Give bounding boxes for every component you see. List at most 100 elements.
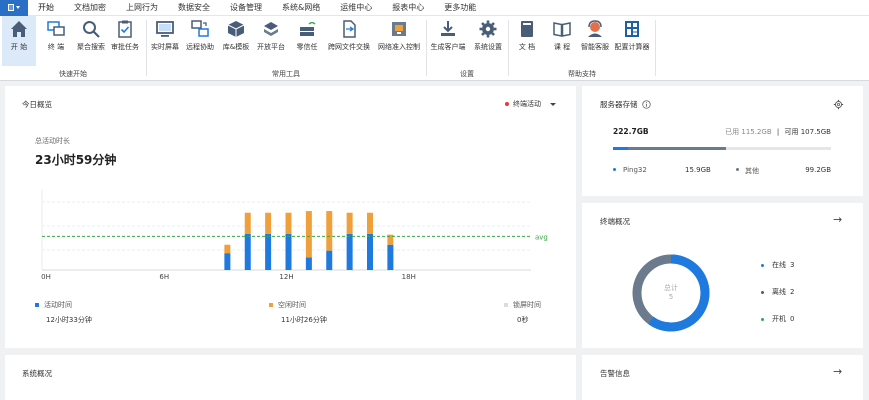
x-tick-label: 12H xyxy=(279,273,293,281)
arrow-right-icon[interactable]: → xyxy=(833,213,842,226)
legend-locked: 锁屏时间 xyxy=(504,300,541,310)
group-separator xyxy=(146,20,147,76)
group-separator xyxy=(655,20,656,76)
tab-doc-encrypt[interactable]: 文档加密 xyxy=(64,0,116,16)
screen-button[interactable]: 实时屏幕 xyxy=(148,16,182,66)
info-icon[interactable] xyxy=(642,100,651,109)
approve-button[interactable]: 审批任务 xyxy=(108,16,142,66)
chart-bar xyxy=(346,233,353,270)
course-button[interactable]: 课 程 xyxy=(545,16,579,66)
search-icon xyxy=(83,21,100,38)
sysset-button[interactable]: 系统设置 xyxy=(470,16,506,66)
transfer-button-label: 跨网文件交换 xyxy=(328,43,370,51)
chart-bar xyxy=(326,211,333,251)
zerotrust-button-label: 零信任 xyxy=(296,43,318,51)
tab-more[interactable]: 更多功能 xyxy=(434,0,486,16)
ribbon-toolbar: 开 始 终 端 聚合搜索 审批任务 实时屏幕 远程协助 库&模板 开放平台 零信… xyxy=(0,16,869,81)
online-dot-icon xyxy=(761,264,764,267)
terminals-title: 终端概况 xyxy=(600,217,630,226)
calc-button[interactable]: 配置计算器 xyxy=(612,16,652,66)
tab-device-mgmt[interactable]: 设备管理 xyxy=(220,0,272,16)
terminal-overview-card: 终端概况 → 总计 5 在线 3 离线 2 开机 0 xyxy=(582,203,863,348)
network-access-icon xyxy=(392,22,406,36)
platform-button[interactable]: 开放平台 xyxy=(254,16,288,66)
tab-web-behavior[interactable]: 上网行为 xyxy=(116,0,168,16)
chart-bar xyxy=(265,212,272,234)
start-button-label: 开 始 xyxy=(10,43,28,51)
donut-center-label: 总计 xyxy=(664,284,678,292)
calc-button-label: 配置计算器 xyxy=(614,43,650,51)
gear-icon xyxy=(479,20,497,38)
doc-button-label: 文 档 xyxy=(518,43,536,51)
settings-gear-icon[interactable] xyxy=(833,99,844,110)
legend-locked-value: 0秒 xyxy=(517,316,529,324)
other-dot-icon xyxy=(736,168,739,171)
x-tick-label: 18H xyxy=(402,273,416,281)
book-icon xyxy=(521,21,533,37)
app-menu-button[interactable] xyxy=(0,0,28,16)
server-wifi-icon xyxy=(300,21,316,36)
download-icon xyxy=(441,21,455,36)
remote-button[interactable]: 远程协助 xyxy=(183,16,217,66)
file-transfer-icon xyxy=(343,20,356,38)
online-value: 3 xyxy=(790,261,795,269)
tab-start[interactable]: 开始 xyxy=(28,0,64,16)
today-overview-card: 今日概览 终端活动 总活动时长 23小时59分钟 avg 0H 6H 12H 18H … xyxy=(5,86,576,348)
library-button-label: 库&模板 xyxy=(222,43,250,51)
x-tick-label: 6H xyxy=(159,273,169,281)
legend-locked-label: 锁屏时间 xyxy=(513,301,541,309)
legend-active-swatch xyxy=(35,303,39,307)
service-button[interactable]: 智能客服 xyxy=(578,16,612,66)
tab-data-security[interactable]: 数据安全 xyxy=(168,0,220,16)
terminal-button[interactable]: 终 端 xyxy=(40,16,72,66)
client-button-label: 生成客户端 xyxy=(430,43,466,51)
legend-active: 活动时间 xyxy=(35,300,72,310)
doc-button[interactable]: 文 档 xyxy=(510,16,544,66)
alarm-info-card: 告警信息 → xyxy=(582,355,863,400)
ping32-value: 15.9GB xyxy=(685,166,711,174)
sysset-button-label: 系统设置 xyxy=(474,43,502,51)
start-button[interactable]: 开 始 xyxy=(2,16,36,66)
storage-summary: 已用 115.2GB | 可用 107.5GB xyxy=(725,127,831,137)
transfer-button[interactable]: 跨网文件交换 xyxy=(325,16,373,66)
group-label-quick: 快速开始 xyxy=(59,70,87,78)
system-title: 系统概况 xyxy=(22,369,52,378)
tab-ops-center[interactable]: 运维中心 xyxy=(330,0,382,16)
support-agent-icon xyxy=(588,20,602,37)
tab-report-center[interactable]: 报表中心 xyxy=(382,0,434,16)
donut-center-value: 5 xyxy=(668,293,674,301)
storage-bar xyxy=(613,147,831,150)
chart-bar xyxy=(244,212,251,234)
zerotrust-button[interactable]: 零信任 xyxy=(290,16,324,66)
poweron-row: 开机 0 xyxy=(772,314,794,324)
chart-bar xyxy=(224,244,231,254)
tab-system-network[interactable]: 系统&网络 xyxy=(272,0,330,16)
client-button[interactable]: 生成客户端 xyxy=(428,16,468,66)
storage-free-label: 可用 xyxy=(784,128,799,136)
search-button[interactable]: 聚合搜索 xyxy=(74,16,108,66)
chart-bar xyxy=(305,257,312,270)
avg-label: avg xyxy=(535,233,548,241)
storage-title: 服务器存储 xyxy=(600,100,638,109)
offline-dot-icon xyxy=(761,291,764,294)
chart-bar xyxy=(305,211,312,258)
other-label: 其他 xyxy=(745,167,759,175)
group-separator xyxy=(426,20,427,76)
storage-used-value: 115.2GB xyxy=(741,128,772,136)
terminal-button-label: 终 端 xyxy=(47,43,65,51)
arrow-right-icon[interactable]: → xyxy=(833,365,842,378)
storage-total: 222.7GB xyxy=(613,127,649,136)
monitor-icon xyxy=(156,21,174,37)
access-button[interactable]: 网络准入控制 xyxy=(374,16,424,66)
other-value: 99.2GB xyxy=(805,166,831,174)
menu-bar: 开始 文档加密 上网行为 数据安全 设备管理 系统&网络 运维中心 报表中心 更… xyxy=(0,0,869,16)
chart-bar xyxy=(244,233,251,270)
group-separator xyxy=(508,20,509,76)
legend-idle-label: 空闲时间 xyxy=(278,301,306,309)
online-label: 在线 xyxy=(772,261,786,269)
offline-row: 离线 2 xyxy=(772,287,794,297)
calculator-icon xyxy=(625,21,639,37)
chart-bar xyxy=(265,233,272,270)
screen-button-label: 实时屏幕 xyxy=(151,43,179,51)
library-button[interactable]: 库&模板 xyxy=(219,16,253,66)
